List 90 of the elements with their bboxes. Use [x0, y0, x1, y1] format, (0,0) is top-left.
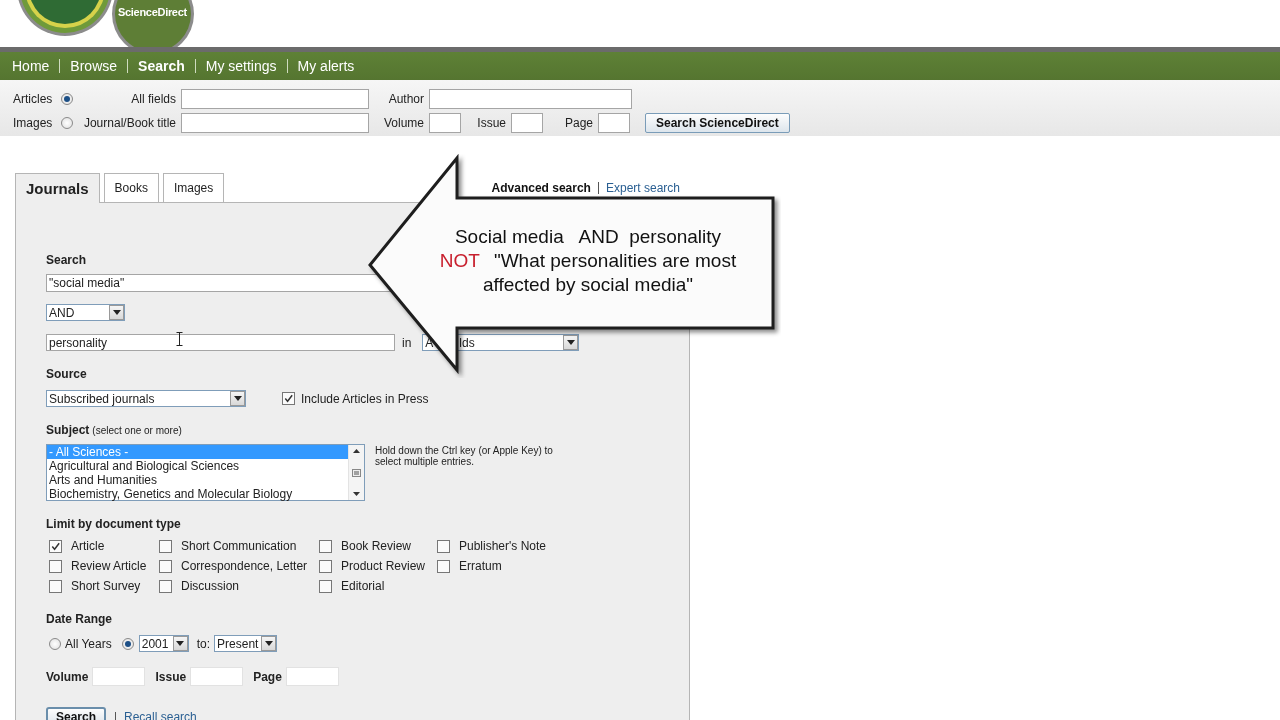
- nav-link[interactable]: Home: [2, 59, 60, 73]
- checkbox[interactable]: [49, 539, 62, 553]
- input-field[interactable]: [429, 113, 461, 133]
- checkbox[interactable]: [159, 539, 172, 553]
- text-cursor-icon: [176, 332, 183, 346]
- section-label: Limit by document type: [46, 517, 181, 531]
- input-field[interactable]: [181, 113, 369, 133]
- scroll-down-icon[interactable]: [353, 492, 360, 496]
- list-option[interactable]: Biochemistry, Genetics and Molecular Biology: [47, 487, 348, 501]
- callout-text: Social media AND personality: [453, 225, 723, 249]
- dropdown[interactable]: 2001: [138, 635, 189, 652]
- current-mode-label: Advanced search: [490, 181, 592, 194]
- checkbox[interactable]: [49, 579, 62, 593]
- checkbox[interactable]: [159, 579, 172, 593]
- checkbox[interactable]: [437, 539, 450, 553]
- field-label: Author: [387, 92, 425, 106]
- nav-link[interactable]: My alerts: [286, 59, 365, 73]
- operator-label: NOT: [439, 250, 480, 271]
- subject-list[interactable]: - All Sciences - Agricultural and Biological Sciences Arts and Humanities Biochemistry, Genetics and Molecular Biology: [46, 444, 365, 501]
- field-label: Page: [253, 669, 282, 684]
- section-label: Search: [46, 253, 87, 267]
- tab[interactable]: Journals: [15, 173, 100, 203]
- to-label: to:: [196, 636, 211, 651]
- input-field[interactable]: "social media": [46, 274, 391, 292]
- checkbox-label: Short Communication: [181, 539, 297, 553]
- in-label: in: [402, 335, 412, 350]
- field-label: Issue: [155, 669, 187, 684]
- caret-icon: [112, 310, 121, 315]
- tab[interactable]: Books: [103, 173, 159, 202]
- field-label: All fields: [130, 92, 177, 106]
- radio-label: Images: [13, 116, 53, 130]
- input-field[interactable]: [511, 113, 543, 133]
- checkbox[interactable]: [319, 579, 332, 593]
- checkbox-label: Book Review: [341, 539, 412, 553]
- checkbox-label: Correspondence, Letter: [181, 559, 308, 573]
- checkbox[interactable]: [159, 559, 172, 573]
- list-option[interactable]: Agricultural and Biological Sciences: [47, 459, 348, 473]
- input-field[interactable]: [598, 113, 630, 133]
- radio-button[interactable]: [49, 637, 61, 650]
- nav-link[interactable]: Search: [127, 59, 195, 73]
- checkbox[interactable]: [319, 539, 332, 553]
- checkbox-label: Publisher's Note: [459, 539, 546, 553]
- caret-icon: [176, 641, 185, 646]
- checkbox-label: Short Survey: [71, 579, 141, 593]
- checkbox-label: Discussion: [181, 579, 240, 593]
- checkbox[interactable]: [282, 392, 295, 405]
- hint-text: Hold down the Ctrl key (or Apple Key) to select multiple entries.: [375, 445, 554, 467]
- radio-label: All Years: [65, 636, 112, 651]
- checkbox-label: Product Review: [341, 559, 426, 573]
- checkbox-label: Article: [71, 539, 105, 553]
- dropdown[interactable]: Present: [214, 635, 278, 652]
- nav-link[interactable]: My settings: [194, 59, 287, 73]
- callout-text: "What personalities are most affected by social media": [482, 250, 737, 295]
- radio-button[interactable]: [121, 637, 134, 650]
- checkbox-label: Review Article: [71, 559, 147, 573]
- checkbox[interactable]: [49, 559, 62, 573]
- mode-link[interactable]: Expert search: [597, 181, 687, 194]
- radio-button[interactable]: [61, 117, 73, 129]
- checkbox-label: Editorial: [341, 579, 385, 593]
- caret-icon: [566, 340, 575, 345]
- caret-icon: [264, 641, 273, 646]
- section-label: Source: [46, 367, 87, 381]
- nav-link[interactable]: Browse: [59, 59, 128, 73]
- input-field[interactable]: [429, 89, 632, 109]
- section-label: Date Range: [46, 612, 113, 626]
- field-label: Volume: [382, 116, 425, 130]
- radio-label: Articles: [13, 92, 53, 106]
- checkbox[interactable]: [319, 559, 332, 573]
- dropdown[interactable]: AND: [46, 304, 125, 321]
- section-label: Subject: [46, 423, 90, 437]
- tab[interactable]: Images: [162, 173, 225, 202]
- scroll-up-icon[interactable]: [353, 449, 360, 453]
- list-option[interactable]: Arts and Humanities: [47, 473, 348, 487]
- hint-text: (select one or more): [92, 425, 182, 436]
- logo-text: ScienceDirect: [118, 6, 187, 18]
- field-label: Journal/Book title: [82, 116, 177, 130]
- input-field[interactable]: [181, 89, 369, 109]
- scrollbar[interactable]: [348, 445, 364, 500]
- field-label: Page: [563, 116, 594, 130]
- dropdown[interactable]: Subscribed journals: [46, 390, 246, 407]
- field-label: Volume: [46, 669, 89, 684]
- checkbox-label: Erratum: [459, 559, 502, 573]
- checkbox[interactable]: [437, 559, 450, 573]
- radio-button[interactable]: [61, 93, 73, 105]
- search-button[interactable]: Search ScienceDirect: [645, 113, 790, 133]
- caret-icon: [233, 396, 242, 401]
- input-field[interactable]: personality: [46, 334, 395, 351]
- checkbox-label: Include Articles in Press: [301, 391, 429, 406]
- scroll-grip-icon[interactable]: [352, 468, 361, 477]
- field-label: Issue: [476, 116, 507, 130]
